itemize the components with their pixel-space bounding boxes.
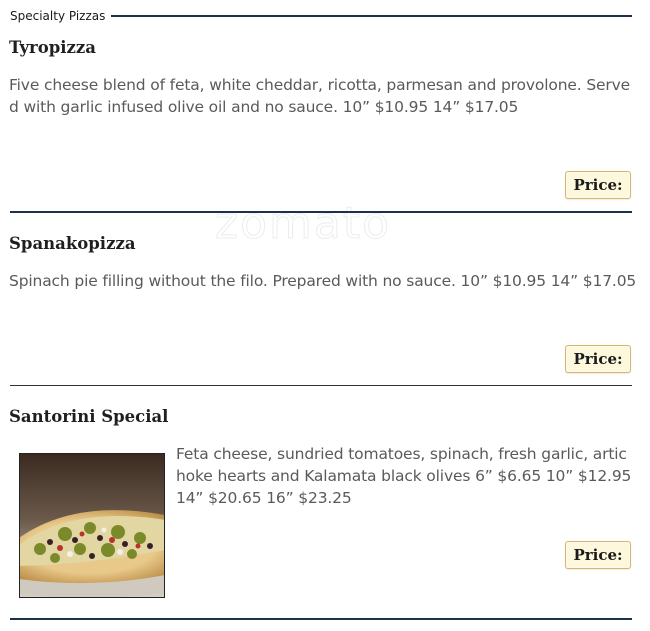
item-title: Santorini Special bbox=[9, 407, 169, 426]
section-header: Specialty Pizzas bbox=[10, 8, 632, 24]
item-title: Spanakopizza bbox=[9, 234, 136, 253]
item-description: Spinach pie filling without the filo. Pr… bbox=[9, 272, 637, 290]
price-button[interactable]: Price: bbox=[565, 345, 631, 373]
pizza-photo bbox=[19, 453, 165, 598]
section-rule bbox=[111, 15, 632, 17]
item-divider bbox=[10, 385, 632, 386]
item-description: Feta cheese, sundried tomatoes, spinach,… bbox=[176, 445, 632, 507]
item-description: Five cheese blend of feta, white cheddar… bbox=[9, 76, 631, 116]
price-button[interactable]: Price: bbox=[565, 541, 631, 569]
section-title: Specialty Pizzas bbox=[10, 9, 106, 23]
item-title: Tyropizza bbox=[9, 38, 96, 57]
watermark-logo: zomato bbox=[214, 198, 392, 250]
item-divider bbox=[10, 618, 632, 620]
item-divider bbox=[10, 211, 632, 213]
price-button[interactable]: Price: bbox=[565, 171, 631, 199]
